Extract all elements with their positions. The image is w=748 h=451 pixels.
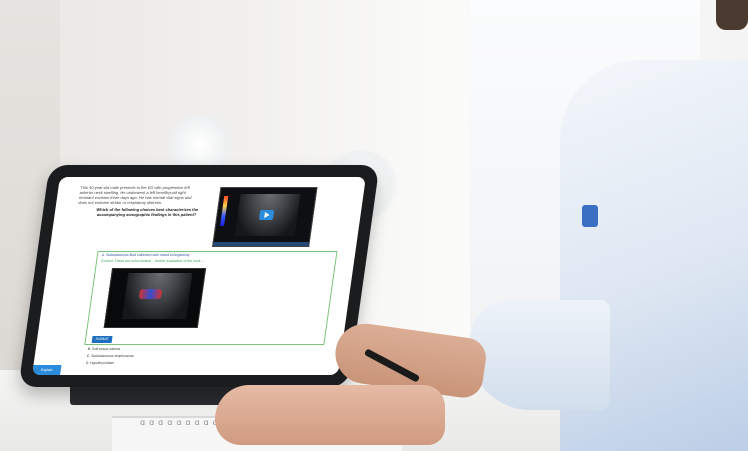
tablet-screen: This 40-year-old male presents to the ED… xyxy=(32,177,366,375)
question-stem: This 40-year-old male presents to the ED… xyxy=(77,185,192,205)
doppler-colorbar xyxy=(220,196,229,226)
doppler-flow xyxy=(138,289,163,299)
person-right-hand xyxy=(215,385,445,445)
ultrasound-video[interactable] xyxy=(212,187,318,247)
answer-option-c[interactable]: C. Subcutaneous emphysema xyxy=(86,354,133,358)
submit-button[interactable]: SUBMIT xyxy=(91,336,113,343)
tablet-device: This 40-year-old male presents to the ED… xyxy=(18,165,380,387)
answer-option-b[interactable]: B. Soft tissue edema xyxy=(87,347,120,351)
answer-option-a[interactable]: A. Subcutaneous fluid collection with mi… xyxy=(102,253,190,257)
photo-scene: This 40-year-old male presents to the ED… xyxy=(0,0,748,451)
correct-feedback: Correct: These are echo-central ... furt… xyxy=(100,259,205,263)
video-control-bar[interactable] xyxy=(213,242,309,246)
person-hair xyxy=(716,0,748,30)
question-prompt: Which of the following choices best char… xyxy=(96,207,199,217)
answer-option-d[interactable]: D. Hypothyroidism xyxy=(85,361,114,365)
person-sleeve xyxy=(470,300,610,410)
pocket-pen xyxy=(582,205,598,227)
play-icon[interactable] xyxy=(258,210,275,220)
explanation-ultrasound-image xyxy=(103,268,207,328)
explain-button[interactable]: Explain xyxy=(32,365,62,375)
selected-answer-panel: A. Subcutaneous fluid collection with mi… xyxy=(84,251,338,345)
